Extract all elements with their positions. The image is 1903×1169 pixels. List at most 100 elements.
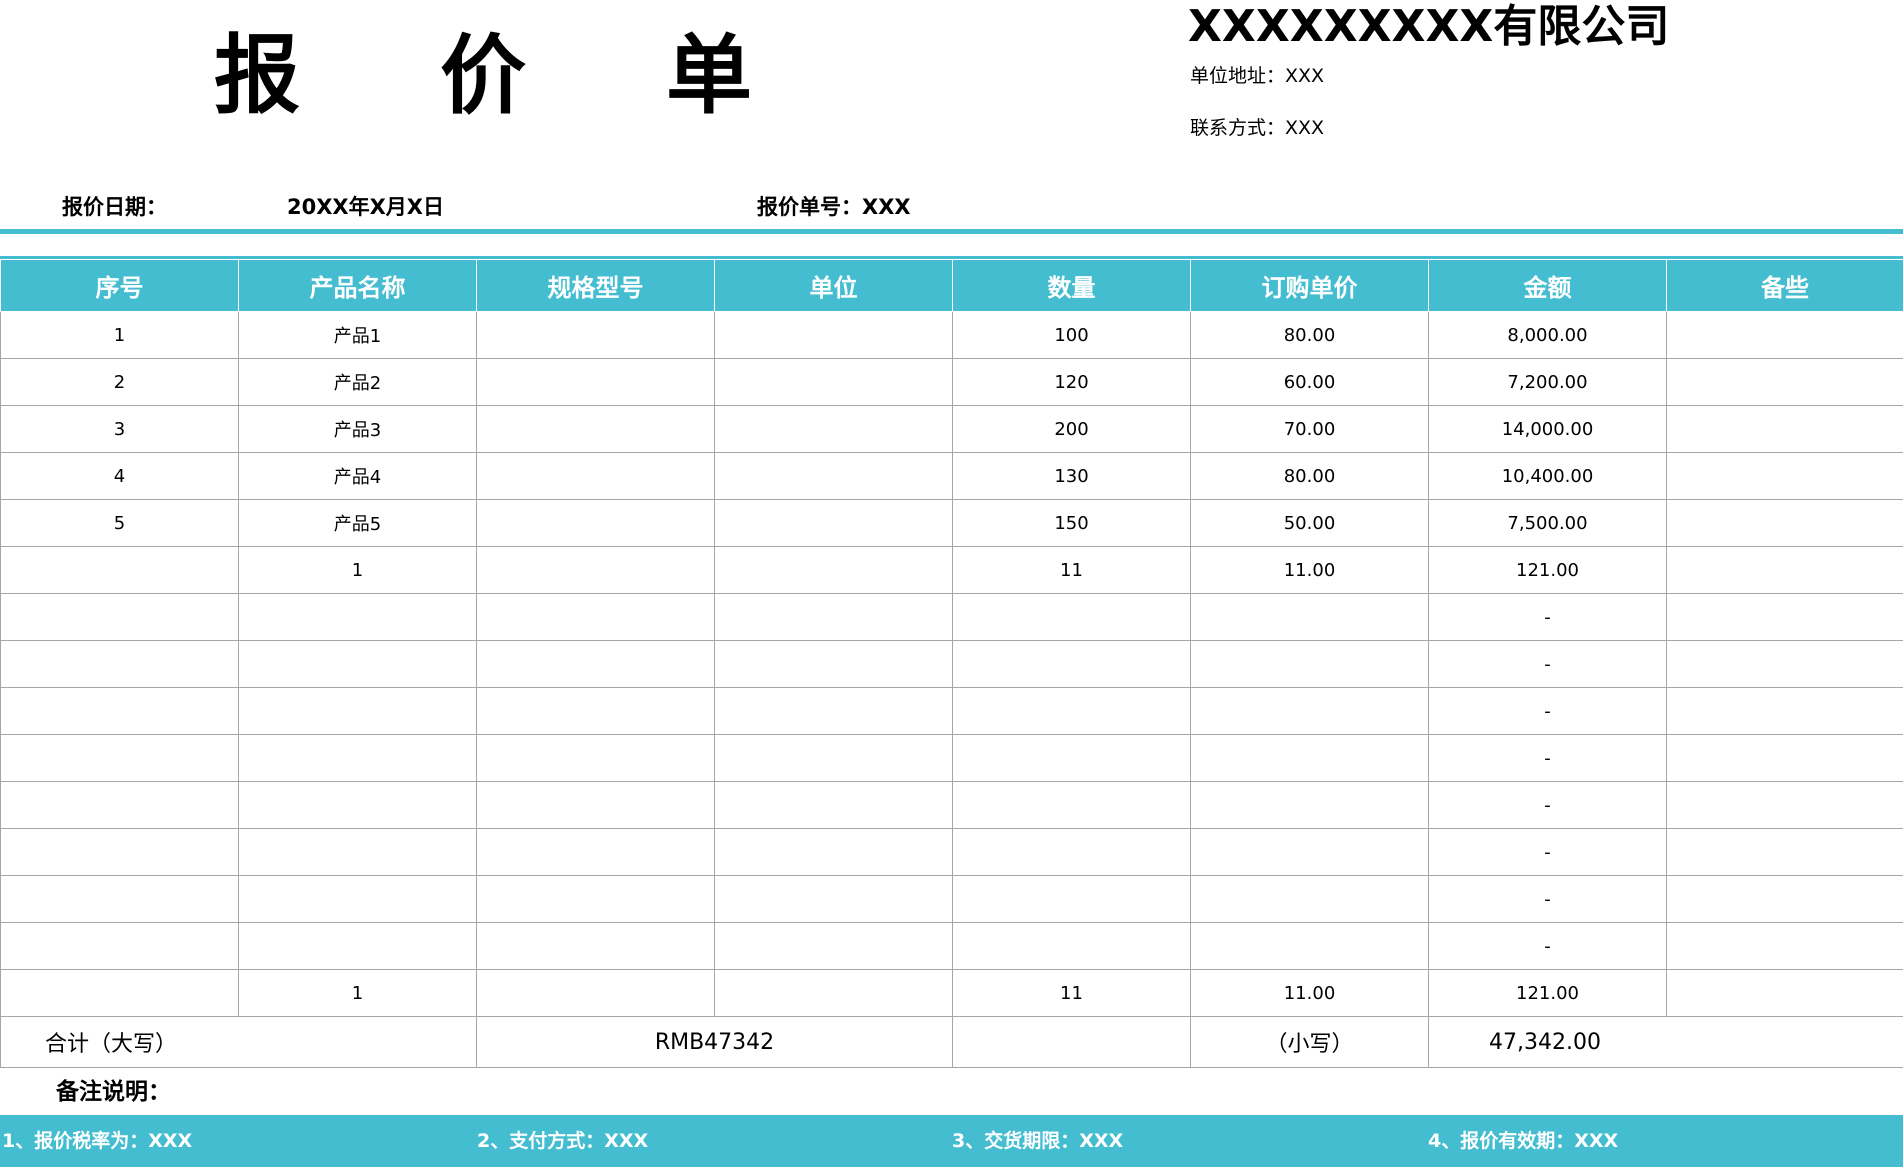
column-header: 备些: [1666, 259, 1903, 312]
table-cell: [1666, 499, 1903, 547]
total-row: 合计（大写） RMB47342 （小写） 47,342.00: [0, 1016, 1903, 1068]
table-cell: [952, 828, 1191, 876]
table-cell: [952, 922, 1191, 970]
table-cell: [1190, 922, 1429, 970]
table-cell: [476, 311, 715, 359]
table-cell: [714, 452, 953, 500]
header-divider: [0, 229, 1903, 234]
table-cell: 80.00: [1190, 452, 1429, 500]
table-cell: [1666, 828, 1903, 876]
table-cell: 1: [238, 969, 477, 1017]
table-cell: [1666, 452, 1903, 500]
table-cell: [238, 687, 477, 735]
table-cell: [952, 875, 1191, 923]
total-lower-value: 47,342.00: [1428, 1016, 1903, 1068]
table-cell: [1666, 546, 1903, 594]
table-row: -: [0, 875, 1903, 923]
table-cell: 8,000.00: [1428, 311, 1667, 359]
table-cell: -: [1428, 734, 1667, 782]
column-header: 金额: [1428, 259, 1667, 312]
table-row: 4 产品4 130 80.00 10,400.00: [0, 452, 1903, 500]
table-cell: [1190, 640, 1429, 688]
table-cell: 121.00: [1428, 969, 1667, 1017]
table-cell: 产品3: [238, 405, 477, 453]
table-cell: [476, 499, 715, 547]
table-cell: 120: [952, 358, 1191, 406]
total-lower-label: （小写）: [1190, 1016, 1429, 1068]
column-header: 产品名称: [238, 259, 477, 312]
table-row: -: [0, 781, 1903, 829]
quote-date-value: 20XX年X月X日: [287, 195, 444, 219]
table-cell: [714, 311, 953, 359]
table-cell: [1666, 781, 1903, 829]
table-cell: [952, 734, 1191, 782]
table-cell: [0, 922, 239, 970]
table-cell: -: [1428, 593, 1667, 641]
table-cell: [238, 734, 477, 782]
remark-item: 1、报价税率为：XXX: [2, 1130, 193, 1152]
table-cell: 1: [238, 546, 477, 594]
total-spacer: [952, 1016, 1191, 1068]
table-cell: [0, 875, 239, 923]
company-name: XXXXXXXXX有限公司: [1188, 1, 1670, 52]
table-cell: -: [1428, 922, 1667, 970]
table-cell: [476, 687, 715, 735]
table-cell: 11: [952, 969, 1191, 1017]
table-cell: 50.00: [1190, 499, 1429, 547]
table-cell: 100: [952, 311, 1191, 359]
table-cell: [238, 781, 477, 829]
table-cell: [952, 593, 1191, 641]
table-cell: [476, 734, 715, 782]
remark-item: 3、交货期限：XXX: [952, 1130, 1124, 1152]
table-cell: [0, 640, 239, 688]
table-row: 1 产品1 100 80.00 8,000.00: [0, 311, 1903, 359]
table-cell: [1666, 640, 1903, 688]
table-row: -: [0, 734, 1903, 782]
table-cell: [952, 640, 1191, 688]
quote-date-label: 报价日期：: [62, 195, 167, 219]
table-cell: 150: [952, 499, 1191, 547]
table-row: 3 产品3 200 70.00 14,000.00: [0, 405, 1903, 453]
table-cell: [476, 546, 715, 594]
table-cell: [1666, 875, 1903, 923]
table-cell: 产品1: [238, 311, 477, 359]
table-cell: [1190, 734, 1429, 782]
column-header: 规格型号: [476, 259, 715, 312]
column-header: 序号: [0, 259, 239, 312]
table-cell: 14,000.00: [1428, 405, 1667, 453]
table-cell: [1666, 687, 1903, 735]
table-cell: [1190, 593, 1429, 641]
table-cell: [714, 922, 953, 970]
quotation-sheet: 报 价 单 XXXXXXXXX有限公司 单位地址：XXX 联系方式：XXX 报价…: [0, 0, 1903, 1169]
title-char: 价: [440, 26, 526, 126]
table-cell: -: [1428, 687, 1667, 735]
table-cell: [238, 593, 477, 641]
table-cell: -: [1428, 875, 1667, 923]
table-row: 1 11 11.00 121.00: [0, 969, 1903, 1017]
table-cell: [714, 687, 953, 735]
column-header: 单位: [714, 259, 953, 312]
table-cell: [714, 969, 953, 1017]
table-cell: [1666, 922, 1903, 970]
table-cell: [1190, 781, 1429, 829]
table-cell: [1666, 311, 1903, 359]
remarks-title: 备注说明：: [56, 1079, 171, 1105]
table-cell: [476, 828, 715, 876]
table-cell: [1190, 687, 1429, 735]
total-upper-label: 合计（大写）: [0, 1016, 477, 1068]
table-row: -: [0, 640, 1903, 688]
quotation-table: 序号 产品名称 规格型号 单位 数量 订购单价 金额 备些 1 产品1 100 80.…: [0, 259, 1903, 1068]
table-cell: [476, 781, 715, 829]
table-row: -: [0, 593, 1903, 641]
table-cell: 10,400.00: [1428, 452, 1667, 500]
table-cell: [714, 828, 953, 876]
table-cell: [0, 687, 239, 735]
title-char: 报: [214, 26, 300, 126]
table-row: 5 产品5 150 50.00 7,500.00: [0, 499, 1903, 547]
table-cell: 11.00: [1190, 969, 1429, 1017]
table-cell: 5: [0, 499, 239, 547]
table-cell: [714, 593, 953, 641]
remark-item: 2、支付方式：XXX: [477, 1130, 649, 1152]
table-cell: -: [1428, 640, 1667, 688]
title-char: 单: [666, 26, 752, 126]
